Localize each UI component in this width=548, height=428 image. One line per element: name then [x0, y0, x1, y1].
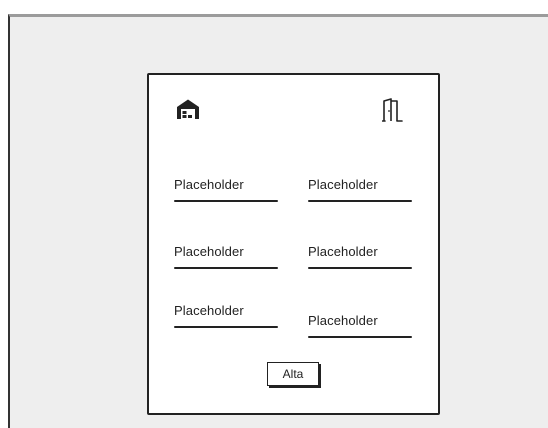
field-underline — [308, 200, 412, 202]
exit-door-icon[interactable] — [382, 97, 404, 123]
field-underline — [308, 336, 412, 338]
field-underline — [308, 267, 412, 269]
top-bar — [0, 0, 548, 14]
text-field-3[interactable]: Placeholder — [174, 244, 278, 269]
canvas-area: Placeholder Placeholder Placeholder Plac… — [8, 14, 548, 428]
form-card: Placeholder Placeholder Placeholder Plac… — [147, 73, 440, 415]
warehouse-icon[interactable] — [176, 98, 200, 120]
field-placeholder: Placeholder — [308, 177, 378, 192]
text-field-6[interactable]: Placeholder — [308, 313, 412, 338]
text-field-5[interactable]: Placeholder — [174, 303, 278, 328]
field-placeholder: Placeholder — [174, 244, 244, 259]
field-placeholder: Placeholder — [308, 244, 378, 259]
field-underline — [174, 326, 278, 328]
mockup-screen: Placeholder Placeholder Placeholder Plac… — [0, 0, 548, 428]
text-field-2[interactable]: Placeholder — [308, 177, 412, 202]
alta-button[interactable]: Alta — [267, 362, 319, 386]
field-placeholder: Placeholder — [308, 313, 378, 328]
text-field-4[interactable]: Placeholder — [308, 244, 412, 269]
text-field-1[interactable]: Placeholder — [174, 177, 278, 202]
field-placeholder: Placeholder — [174, 303, 244, 318]
field-underline — [174, 200, 278, 202]
field-placeholder: Placeholder — [174, 177, 244, 192]
field-underline — [174, 267, 278, 269]
